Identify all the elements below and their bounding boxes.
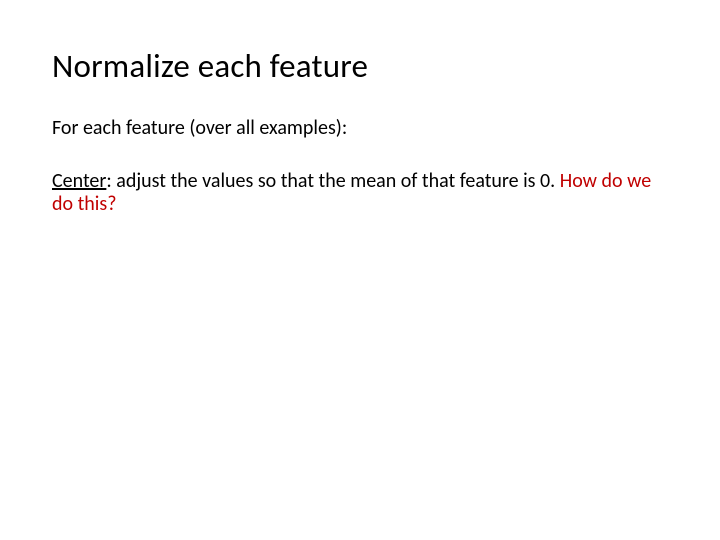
slide-title: Normalize each feature [52, 48, 668, 84]
slide: Normalize each feature For each feature … [0, 0, 720, 540]
center-paragraph: Center: adjust the values so that the me… [52, 170, 668, 216]
center-label: Center [52, 169, 106, 193]
center-body: adjust the values so that the mean of th… [112, 169, 560, 193]
intro-line: For each feature (over all examples): [52, 116, 668, 140]
